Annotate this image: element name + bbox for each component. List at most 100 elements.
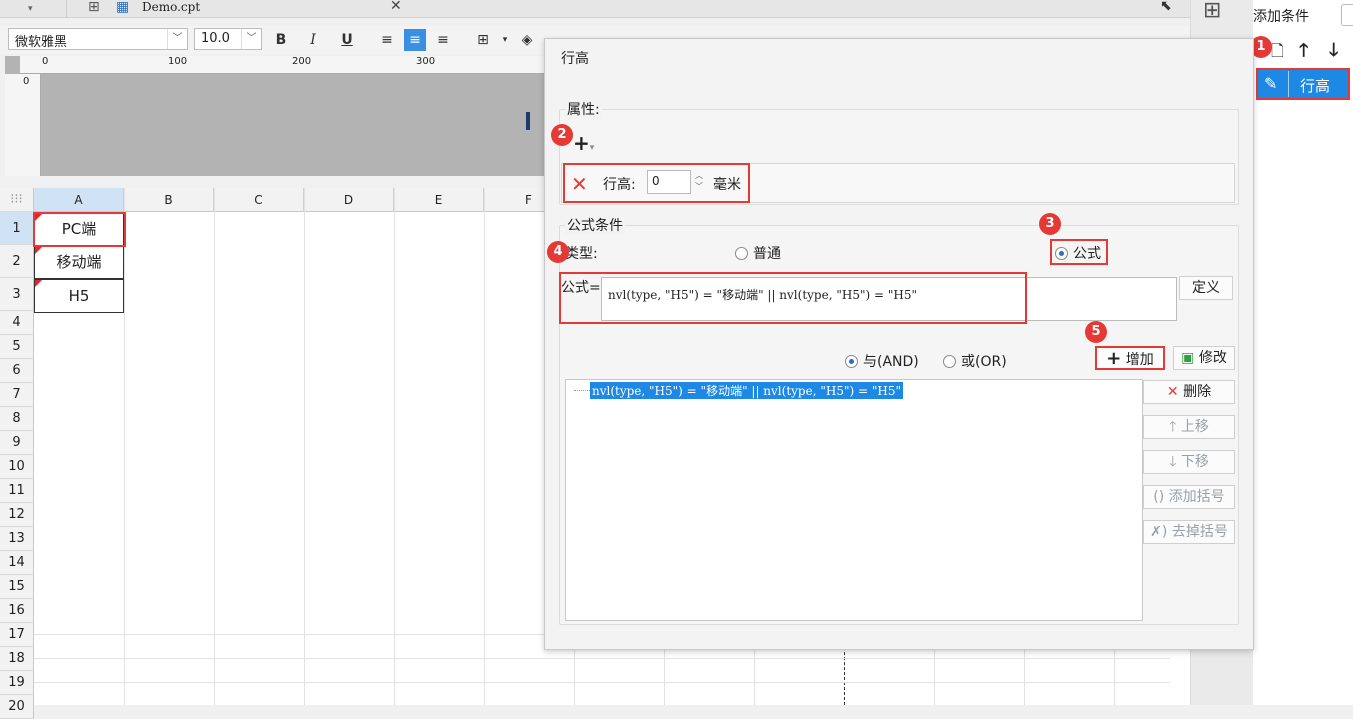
condition-list-item[interactable]: nvl(type, "H5") = "移动端" || nvl(type, "H5… [590,382,903,399]
row-header[interactable]: 14 [0,551,34,575]
row-header[interactable]: 3 [0,278,34,311]
plus-icon: + [1106,348,1122,369]
row-header[interactable]: 4 [0,311,34,335]
row-header[interactable]: 11 [0,479,34,503]
panel-input-edge[interactable] [1341,4,1353,26]
new-condition-icon[interactable]: 🗋 [1271,40,1284,67]
grid-line [124,188,125,705]
row-header[interactable]: 16 [0,599,34,623]
formula-section-label: 公式条件 [565,215,625,235]
column-header[interactable]: A [34,188,124,212]
spinner-icon[interactable]: ︿ ﹀ [692,170,706,194]
formula-highlight [559,272,1027,324]
ruler-mark: 300 [416,56,436,67]
row-header[interactable]: 2 [0,245,34,278]
move-down-button-label: 下移 [1180,454,1209,470]
row-header[interactable]: 10 [0,455,34,479]
row-header[interactable]: 6 [0,359,34,383]
arrow-up-icon: 🡑 [1169,419,1177,435]
move-down-button[interactable]: 🡓 下移 [1143,450,1235,474]
row-header[interactable]: 17 [0,623,34,647]
row-header[interactable]: 12 [0,503,34,527]
font-family-select[interactable]: 微软雅黑 ﹀ [8,28,188,50]
grid-icon[interactable]: ⊞ [88,0,100,15]
add-bracket-button-label: 添加括号 [1168,489,1225,505]
define-button[interactable]: 定义 [1179,276,1233,300]
chevron-down-icon: ﹀ [167,29,187,49]
chevron-down-icon[interactable]: ▾ [494,29,516,51]
align-right-icon[interactable]: ≡ [432,29,454,51]
step-badge: 5 [1085,321,1107,343]
delete-button-label: 删除 [1183,384,1212,400]
modify-button-label: 修改 [1198,350,1227,366]
row-header[interactable]: 1 [0,212,34,245]
logic-and-radio[interactable]: 与(AND) [845,351,919,371]
row-header[interactable]: 7 [0,383,34,407]
row-header[interactable]: 5 [0,335,34,359]
row-header[interactable]: 8 [0,407,34,431]
add-button-label: 增加 [1125,352,1154,368]
move-up-button-label: 上移 [1180,419,1209,435]
cell-a1-highlight [33,212,126,247]
move-down-icon[interactable]: 🡓 [1329,38,1338,68]
radio-label: 公式 [1073,246,1101,262]
logic-or-radio[interactable]: 或(OR) [943,351,1007,371]
add-bracket-button[interactable]: () 添加括号 [1143,485,1235,509]
move-up-button[interactable]: 🡑 上移 [1143,415,1235,439]
radio-selected-icon [845,355,858,368]
column-header[interactable]: C [214,188,304,212]
delete-icon: ✕ [1166,384,1179,400]
type-label: 类型: [565,246,598,262]
cell-a2[interactable]: 移动端 [34,246,124,279]
row-header[interactable]: 20 [0,695,34,719]
remove-property-icon[interactable]: ✕ [571,172,588,196]
align-center-icon[interactable]: ≡ [404,29,426,51]
add-condition-button[interactable]: + 增加 [1095,346,1165,370]
row-header[interactable]: 19 [0,671,34,695]
add-property-icon[interactable]: +▾ [573,131,594,155]
step-badge: 3 [1039,213,1061,235]
row-header[interactable]: 13 [0,527,34,551]
grid-line [34,682,1170,683]
font-size-select[interactable]: 10.0 ﹀ [194,28,262,50]
border-icon[interactable]: ⊞ [472,29,494,51]
ruler-mark: 0 [42,56,49,67]
column-header[interactable]: D [304,188,394,212]
modify-button[interactable]: ▣ 修改 [1173,346,1235,370]
condition-item-row-height[interactable]: ✎ 行高 [1256,68,1350,100]
close-tab-icon[interactable]: ✕ [390,0,402,14]
grid-line [394,188,395,705]
cell-value: H5 [68,287,90,305]
row-header[interactable]: 18 [0,647,34,671]
remove-bracket-button-label: 去掉括号 [1171,524,1228,540]
row-height-input[interactable]: 0 [647,170,691,194]
layout-icon[interactable]: ⊞ [1203,0,1221,23]
underline-button[interactable]: U [336,29,358,51]
grid-line [214,188,215,705]
italic-button[interactable]: I [302,29,324,51]
type-normal-radio[interactable]: 普通 [735,243,781,263]
file-tab-bar: ▾ ⊞ ▦ Demo.cpt ✕ ⬉ [0,0,1190,18]
row-header[interactable]: 15 [0,575,34,599]
move-up-icon[interactable]: 🡑 [1299,38,1308,68]
remove-bracket-button[interactable]: ✗) 去掉括号 [1143,520,1235,544]
ruler-area [5,56,545,176]
font-size-value: 10.0 [201,31,230,46]
fill-color-icon[interactable]: ◈ [516,29,538,51]
cursor-icon[interactable]: ⬉ [1160,0,1172,14]
file-tab-label[interactable]: Demo.cpt [142,0,200,14]
column-header[interactable]: B [124,188,214,212]
radio-label: 普通 [753,246,781,262]
align-left-icon[interactable]: ≡ [376,29,398,51]
bold-button[interactable]: B [270,29,292,51]
radio-icon [943,355,956,368]
type-formula-radio[interactable]: 公式 [1055,243,1101,263]
divider [1288,71,1289,97]
cell-a3[interactable]: H5 [34,279,124,313]
column-header[interactable]: E [394,188,484,212]
dropdown-icon[interactable]: ▾ [28,4,33,14]
row-header[interactable]: 9 [0,431,34,455]
condition-list[interactable]: nvl(type, "H5") = "移动端" || nvl(type, "H5… [565,379,1143,621]
select-all-icon[interactable]: ⁝⁝⁝ [0,188,34,212]
delete-button[interactable]: ✕ 删除 [1143,380,1235,404]
